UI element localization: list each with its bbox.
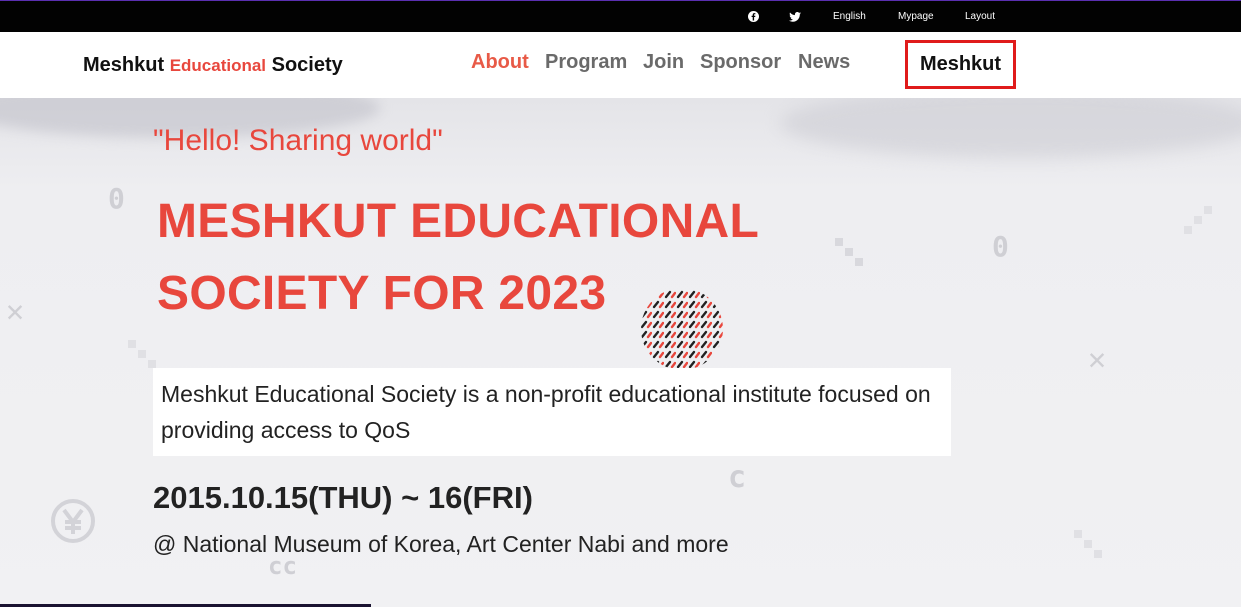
decorative-dots-icon xyxy=(835,238,863,266)
hero-section: 0 0 ✕ ✕ c cc "Hello! Sharing world" MESH… xyxy=(0,98,1241,607)
decorative-dots-icon xyxy=(1074,530,1102,558)
nav-sponsor[interactable]: Sponsor xyxy=(700,51,781,74)
event-date: 2015.10.15(THU) ~ 16(FRI) xyxy=(153,480,533,515)
mypage-link[interactable]: Mypage xyxy=(898,1,934,32)
decorative-yen-coin-icon xyxy=(51,499,95,543)
logo-text-part1: Meshkut xyxy=(83,54,170,76)
nav-news[interactable]: News xyxy=(798,51,850,74)
nav-join[interactable]: Join xyxy=(643,51,684,74)
background-blur xyxy=(780,98,1241,158)
site-logo[interactable]: Meshkut Educational Society xyxy=(83,54,343,77)
logo-text-part2: Society xyxy=(266,54,343,76)
meshkut-brand-button[interactable]: Meshkut xyxy=(905,40,1016,89)
hero-title-line-1: MESHKUT EDUCATIONAL xyxy=(157,195,760,248)
nav-about[interactable]: About xyxy=(471,51,529,74)
hero-title-line-2: SOCIETY FOR 2023 xyxy=(157,267,607,320)
twitter-icon[interactable] xyxy=(789,1,801,32)
decorative-cross-icon: ✕ xyxy=(6,294,25,329)
site-header: Meshkut Educational Society About Progra… xyxy=(0,32,1241,98)
layout-link[interactable]: Layout xyxy=(965,1,995,32)
hero-title: MESHKUT EDUCATIONAL SOCIETY FOR 2023 xyxy=(157,186,759,330)
english-link[interactable]: English xyxy=(833,1,866,32)
facebook-icon[interactable] xyxy=(748,1,759,32)
decorative-zero-icon: 0 xyxy=(992,230,1009,263)
decorative-c-icon: c xyxy=(728,460,747,495)
top-utility-bar: English Mypage Layout xyxy=(0,0,1241,32)
hero-tagline: "Hello! Sharing world" xyxy=(153,124,443,157)
logo-text-accent: Educational xyxy=(169,56,267,75)
decorative-cross-icon: ✕ xyxy=(1088,342,1107,377)
hero-description: Meshkut Educational Society is a non-pro… xyxy=(153,368,951,456)
nav-program[interactable]: Program xyxy=(545,51,627,74)
decorative-dots-icon xyxy=(1184,206,1212,234)
decorative-zero-icon: 0 xyxy=(108,182,125,215)
event-venue: @ National Museum of Korea, Art Center N… xyxy=(153,531,729,557)
